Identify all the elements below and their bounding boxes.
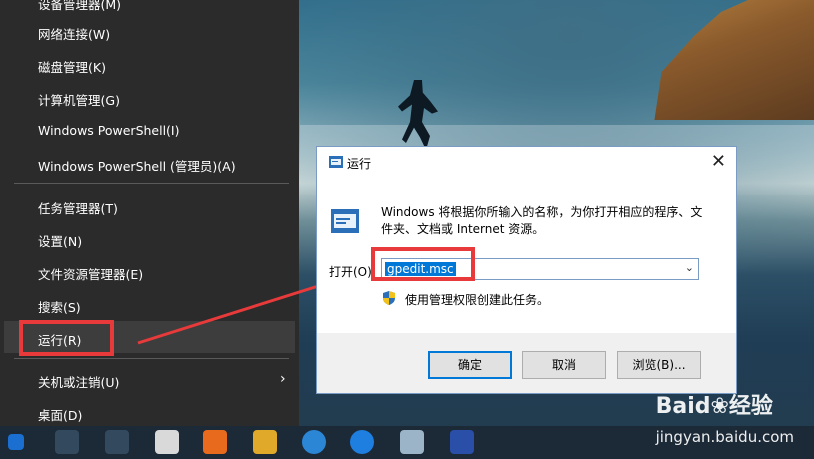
watermark-url: jingyan.baidu.com (655, 428, 794, 446)
app-icon[interactable] (155, 430, 179, 454)
app-k-icon[interactable] (302, 430, 326, 454)
browser-icon[interactable] (203, 430, 227, 454)
app-icon[interactable] (253, 430, 277, 454)
baidu-watermark: Baid❀经验 jingyan.baidu.com (656, 388, 794, 446)
dialog-footer: 确定 取消 浏览(B)... (317, 333, 736, 393)
dialog-titlebar: 运行 ✕ (317, 147, 736, 177)
windows-start-icon[interactable] (8, 434, 24, 450)
run-large-icon (331, 209, 359, 233)
cancel-button[interactable]: 取消 (522, 351, 606, 379)
open-label: 打开(O): (329, 265, 376, 279)
chevron-down-icon[interactable]: ⌄ (685, 261, 694, 274)
dialog-description: Windows 将根据你所输入的名称，为你打开相应的程序、文件夹、文档或 Int… (381, 205, 703, 236)
ok-button[interactable]: 确定 (428, 351, 512, 379)
app-s-icon[interactable] (350, 430, 374, 454)
admin-note: 使用管理权限创建此任务。 (405, 293, 550, 307)
search-icon[interactable] (55, 430, 79, 454)
dialog-title: 运行 (347, 157, 372, 171)
uac-shield-icon (383, 291, 395, 305)
browse-button[interactable]: 浏览(B)... (617, 351, 701, 379)
annotation-box-input (371, 247, 475, 281)
watermark-brand: Baid❀经验 (655, 394, 773, 419)
app-icon[interactable] (400, 430, 424, 454)
task-view-icon[interactable] (105, 430, 129, 454)
app-icon[interactable] (450, 430, 474, 454)
close-icon[interactable]: ✕ (711, 151, 726, 172)
run-app-icon (329, 156, 343, 168)
